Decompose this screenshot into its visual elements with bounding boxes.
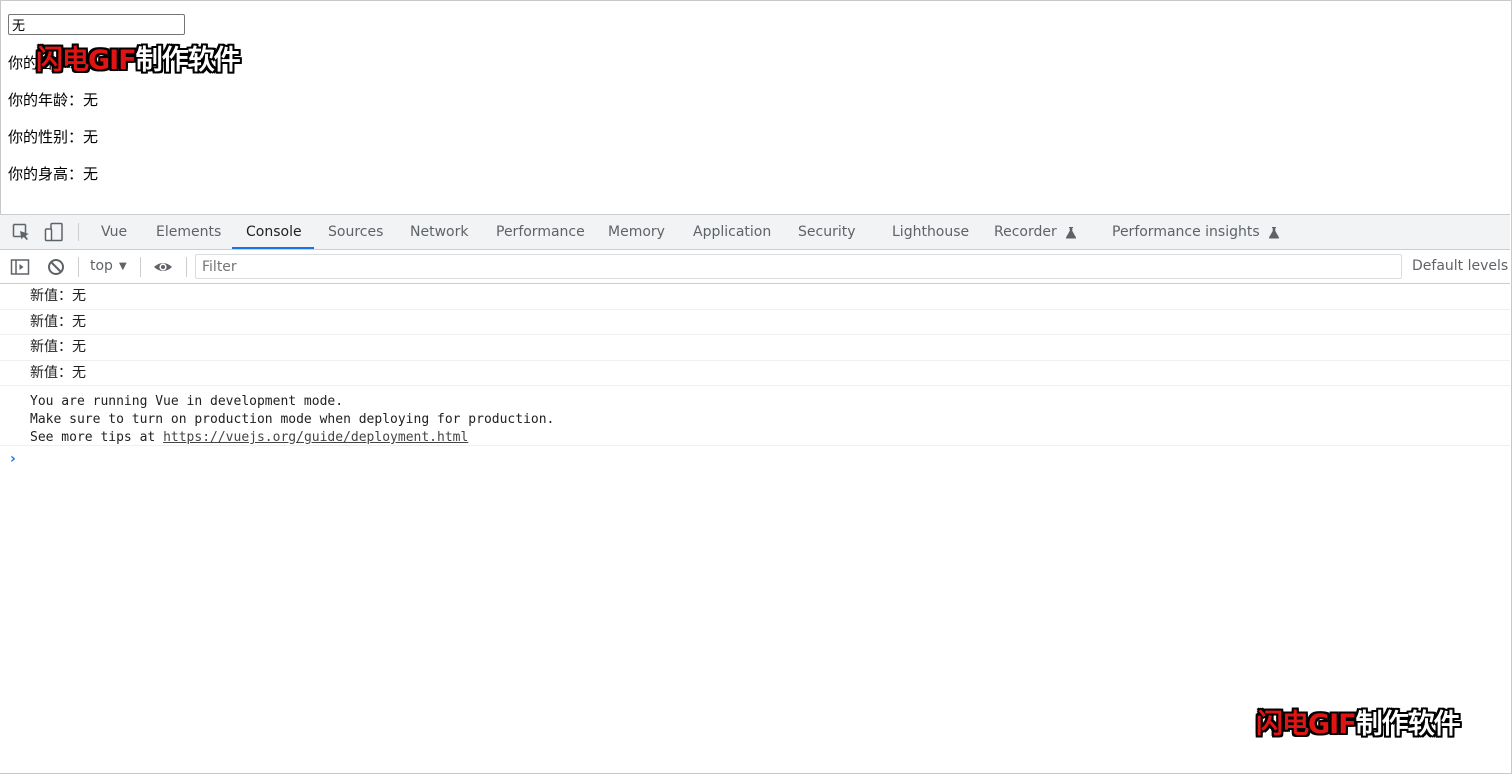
console-filter-input[interactable] [195,254,1402,279]
deployment-guide-link[interactable]: https://vuejs.org/guide/deployment.html [163,430,468,445]
toolbar-divider [140,257,141,277]
log-levels-dropdown[interactable]: Default levels [1412,250,1508,283]
tab-recorder-label: Recorder [994,224,1057,240]
console-message: 新值：无 [0,284,1510,310]
tab-application[interactable]: Application [693,215,771,249]
console-message: 新值：无 [0,361,1510,386]
experiment-flask-icon [1065,226,1076,238]
console-toolbar: top ▼ Default levels [0,250,1510,284]
vue-devmode-notice: You are running Vue in development mode.… [0,386,1510,446]
tab-performance-insights[interactable]: Performance insights [1112,215,1280,249]
watermark-red-text: 闪电GIF [36,45,137,76]
show-sidebar-icon[interactable] [10,257,30,277]
tab-performance-insights-label: Performance insights [1112,224,1260,240]
inspect-element-icon[interactable] [11,222,31,242]
context-selector-label: top [90,258,113,274]
active-tab-indicator [232,247,314,249]
console-message: 新值：无 [0,335,1510,361]
watermark-white-text: 制作软件 [1355,709,1461,740]
tab-elements[interactable]: Elements [156,215,221,249]
watermark-white-text: 制作软件 [135,45,241,76]
tab-sources[interactable]: Sources [328,215,383,249]
height-line: 你的身高：无 [8,165,99,183]
page-content: 你的名字：无 你的年龄：无 你的性别：无 你的身高：无 闪电GIF制作软件 [0,0,1510,214]
context-selector[interactable]: top ▼ [90,250,127,283]
tab-performance[interactable]: Performance [496,215,585,249]
experiment-flask-icon [1268,226,1279,238]
clear-console-icon[interactable] [46,257,66,277]
console-messages: 新值：无 新值：无 新值：无 新值：无 You are running Vue … [0,284,1510,467]
watermark-bottom: 闪电GIF制作软件 [1256,702,1461,741]
tab-network[interactable]: Network [410,215,468,249]
watermark-red-text: 闪电GIF [1256,709,1357,740]
devtools-panel: Vue Elements Console Sources Network Per… [0,214,1510,773]
tab-memory[interactable]: Memory [608,215,665,249]
notice-line-3-prefix: See more tips at [30,430,164,445]
name-input[interactable] [8,14,185,35]
devtools-tabbar: Vue Elements Console Sources Network Per… [0,215,1510,250]
live-expression-eye-icon[interactable] [153,257,173,277]
dropdown-arrow-icon: ▼ [118,261,127,272]
console-message: 新值：无 [0,310,1510,335]
tab-security[interactable]: Security [798,215,856,249]
gender-line: 你的性别：无 [8,128,99,146]
tab-recorder[interactable]: Recorder [994,215,1077,249]
tab-console[interactable]: Console [246,215,302,249]
console-prompt-chevron-icon[interactable]: › [10,451,16,467]
notice-line-1: You are running Vue in development mode. [30,394,344,409]
device-toolbar-icon[interactable] [44,222,64,242]
toolbar-divider [186,257,187,277]
tab-vue[interactable]: Vue [101,215,127,249]
watermark-top: 闪电GIF制作软件 [36,38,241,77]
tabbar-divider [78,223,79,241]
age-line: 你的年龄：无 [8,91,99,109]
notice-line-2: Make sure to turn on production mode whe… [30,412,555,427]
tab-lighthouse[interactable]: Lighthouse [892,215,969,249]
toolbar-divider [78,257,79,277]
